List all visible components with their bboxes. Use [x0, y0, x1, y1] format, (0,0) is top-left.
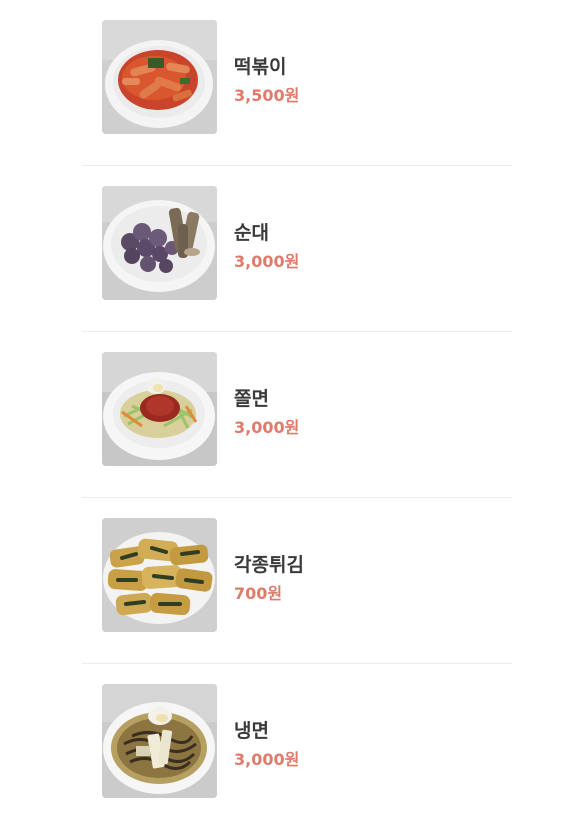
menu-item-jjolmyeon[interactable]: 쫄면 3,000원	[82, 332, 512, 498]
item-name: 떡볶이	[234, 56, 287, 78]
item-price: 3,500원	[234, 86, 300, 105]
menu-item-twigim[interactable]: 각종튀김 700원	[82, 498, 512, 664]
item-name: 각종튀김	[234, 554, 304, 576]
item-name: 쫄면	[234, 388, 269, 410]
menu-item-naengmyeon[interactable]: 냉면 3,000원	[82, 664, 512, 830]
item-price: 700원	[234, 584, 283, 603]
menu-item-sundae[interactable]: 순대 3,000원	[82, 166, 512, 332]
item-price: 3,000원	[234, 252, 300, 271]
naengmyeon-photo	[102, 684, 217, 798]
sundae-photo	[102, 186, 217, 300]
item-price: 3,000원	[234, 418, 300, 437]
item-name: 냉면	[234, 720, 269, 742]
item-price: 3,000원	[234, 750, 300, 769]
tteokbokki-photo	[102, 20, 217, 134]
jjolmyeon-photo	[102, 352, 217, 466]
item-name: 순대	[234, 222, 269, 244]
menu-list: 떡볶이 3,500원 순대 3,000원 쫄면 3,000원 각종튀김 700원…	[0, 0, 580, 817]
menu-item-tteokbokki[interactable]: 떡볶이 3,500원	[82, 0, 512, 166]
twigim-photo	[102, 518, 217, 632]
